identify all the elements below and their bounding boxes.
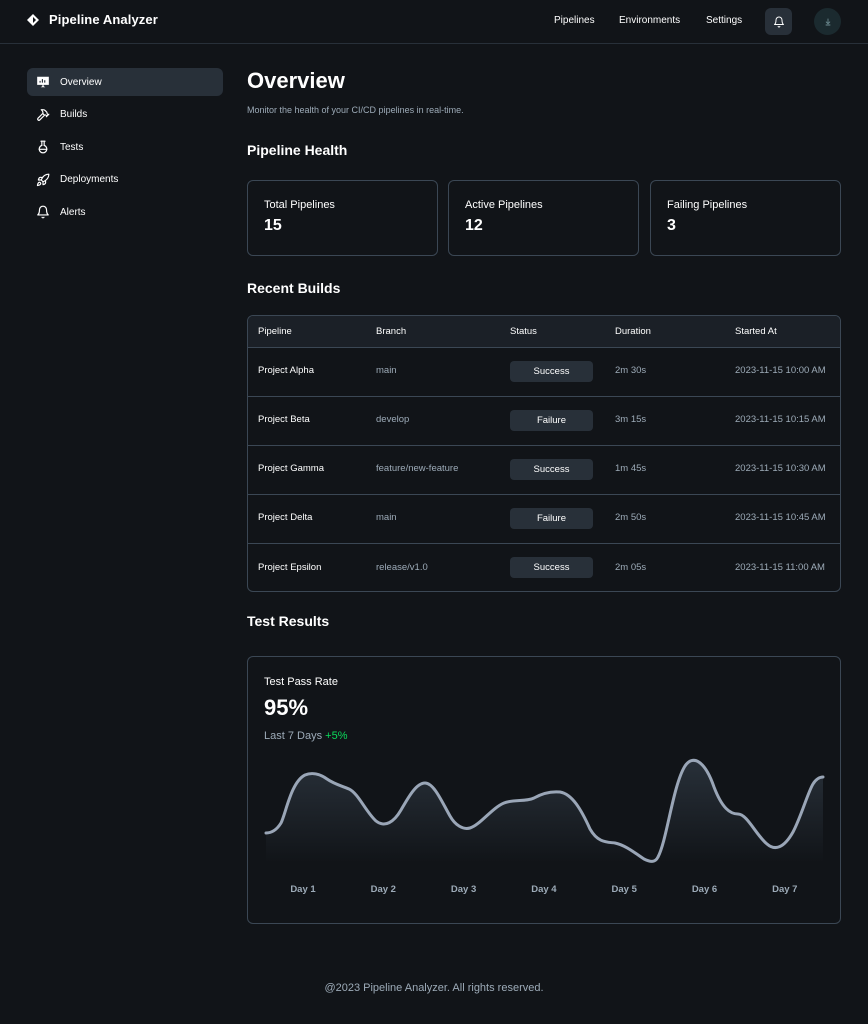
cell-started: 2023-11-15 10:30 AM [735,463,826,475]
cell-branch: develop [376,414,410,426]
bell-icon [773,16,784,27]
sidebar-label: Builds [60,109,88,120]
stat-value: 12 [465,217,483,234]
sidebar-label: Tests [60,141,84,153]
hammer-icon [37,108,50,121]
x-tick-label: Day 2 [371,884,396,895]
brand[interactable]: Pipeline Analyzer [27,12,158,27]
x-tick-label: Day 5 [612,884,638,895]
cell-duration: 3m 15s [615,414,647,426]
status-badge: Success [510,361,593,382]
cell-pipeline: Project Delta [258,512,313,524]
presentation-chart-icon [37,76,49,88]
stat-card-active: Active Pipelines 12 [448,180,639,256]
builds-table: Pipeline Branch Status Duration Started … [247,315,841,592]
cell-branch: main [376,365,397,377]
cell-pipeline: Project Beta [258,414,310,426]
sidebar-label: Overview [60,76,102,88]
stat-card-failing: Failing Pipelines 3 [650,180,841,256]
app-title: Pipeline Analyzer [49,12,158,27]
column-header[interactable]: Branch [366,316,500,347]
cell-status: Failure [500,494,605,543]
cell-branch: main [376,512,397,524]
sidebar-item-alerts[interactable]: Alerts [27,198,223,226]
cell-started: 2023-11-15 11:00 AM [735,561,825,573]
table-row[interactable]: Project Epsilon release/v1.0 Success 2m … [248,543,840,591]
status-badge: Success [510,557,593,579]
pipeline-health-heading: Pipeline Health [247,142,348,158]
column-header[interactable]: Duration [605,316,725,347]
avatar-icon [825,18,830,25]
column-header[interactable]: Pipeline [248,316,366,347]
page-title: Overview [247,68,345,93]
cell-pipeline: Project Alpha [258,365,314,377]
status-badge: Failure [510,410,593,431]
top-header: Pipeline Analyzer Pipelines Environments… [0,0,868,44]
sidebar-item-deployments[interactable]: Deployments [27,166,223,194]
bell-icon [37,205,49,219]
nav-settings[interactable]: Settings [706,15,742,26]
cell-duration: 1m 45s [615,463,647,475]
test-results-heading: Test Results [247,613,330,629]
user-avatar[interactable] [814,8,841,35]
status-badge: Success [510,459,593,480]
diamond-logo-icon [27,13,39,26]
stat-label: Active Pipelines [465,199,543,211]
page-subtitle: Monitor the health of your CI/CD pipelin… [247,105,464,115]
stat-label: Total Pipelines [264,199,335,211]
cell-status: Success [500,445,605,494]
x-tick-label: Day 4 [531,884,557,895]
sidebar: Overview Builds Tests Deployments Alerts [27,68,223,231]
x-tick-label: Day 6 [692,884,717,895]
rocket-icon [36,173,50,186]
nav-pipelines[interactable]: Pipelines [554,15,595,26]
cell-branch: release/v1.0 [376,561,428,573]
table-row[interactable]: Project Gamma feature/new-feature Succes… [248,445,840,494]
stat-card-total: Total Pipelines 15 [247,180,438,256]
table-row[interactable]: Project Delta main Failure 2m 50s 2023-1… [248,494,840,543]
footer: @2023 Pipeline Analyzer. All rights rese… [324,982,544,994]
column-header[interactable]: Status [500,316,605,347]
column-header[interactable]: Started At [725,316,840,347]
sidebar-item-tests[interactable]: Tests [27,133,223,161]
nav-environments[interactable]: Environments [619,15,680,26]
cell-branch: feature/new-feature [376,463,459,475]
test-pass-rate-card: Test Pass Rate 95% Last 7 Days +5% Day 1… [247,656,841,924]
cell-duration: 2m 50s [615,512,647,524]
sidebar-item-overview[interactable]: Overview [27,68,223,96]
table-header-row: Pipeline Branch Status Duration Started … [248,316,840,347]
sidebar-item-builds[interactable]: Builds [27,101,223,129]
cell-status: Failure [500,396,605,445]
table-row[interactable]: Project Alpha main Success 2m 30s 2023-1… [248,347,840,396]
cell-status: Success [500,347,605,396]
cell-started: 2023-11-15 10:15 AM [735,414,826,426]
pass-rate-chart: Day 1 Day 2 Day 3 Day 4 Day 5 Day 6 Day 7 [264,759,825,895]
chart-area-fill [266,760,823,863]
x-tick-label: Day 1 [290,884,316,895]
sidebar-label: Deployments [60,174,119,185]
cell-duration: 2m 30s [615,365,647,377]
flask-icon [38,140,48,154]
stat-label: Failing Pipelines [667,199,748,211]
sidebar-label: Alerts [60,206,86,218]
cell-pipeline: Project Epsilon [258,561,322,573]
cell-status: Success [500,543,605,591]
stat-value: 3 [667,217,676,234]
notifications-button[interactable] [765,8,792,35]
x-tick-label: Day 3 [451,884,476,895]
cell-pipeline: Project Gamma [258,463,324,475]
x-axis-labels: Day 1 Day 2 Day 3 Day 4 Day 5 Day 6 Day 7 [290,884,797,895]
stat-value: 15 [264,217,282,234]
cell-started: 2023-11-15 10:00 AM [735,365,826,377]
cell-started: 2023-11-15 10:45 AM [735,512,826,524]
cell-duration: 2m 05s [615,561,647,573]
status-badge: Failure [510,508,593,529]
table-row[interactable]: Project Beta develop Failure 3m 15s 2023… [248,396,840,445]
x-tick-label: Day 7 [772,884,797,895]
recent-builds-heading: Recent Builds [247,280,341,296]
